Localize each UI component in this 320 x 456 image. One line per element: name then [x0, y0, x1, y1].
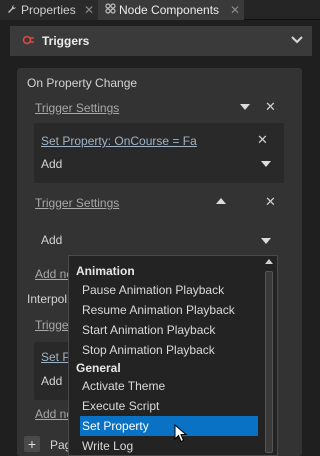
- menu-item-activate-theme[interactable]: Activate Theme: [80, 376, 258, 396]
- tab-label: Properties: [21, 3, 76, 17]
- tab-label: Node Components: [119, 3, 220, 17]
- interpolation-label: Interpol: [27, 292, 68, 306]
- add-dropdown-icon[interactable]: [261, 161, 271, 167]
- close-icon[interactable]: ✕: [265, 100, 276, 113]
- group-animation: Animation: [76, 264, 135, 278]
- menu-item-stop-animation[interactable]: Stop Animation Playback: [80, 340, 258, 360]
- group-general: General: [76, 361, 121, 375]
- trigger-title: On Property Change: [27, 76, 138, 90]
- add-label: Add: [41, 157, 63, 171]
- scroll-thumb[interactable]: [265, 271, 273, 453]
- tab-node-components[interactable]: Node Components ✕: [98, 0, 244, 20]
- action-dropdown-menu: Animation Pause Animation Playback Resum…: [68, 255, 278, 456]
- trigger-icon: [22, 35, 34, 45]
- trigger-settings-link[interactable]: Trigger Settings: [35, 196, 119, 210]
- menu-item-write-log[interactable]: Write Log: [80, 436, 258, 456]
- menu-item-start-animation[interactable]: Start Animation Playback: [80, 320, 258, 340]
- close-icon[interactable]: ✕: [230, 3, 240, 17]
- trigger-settings-link[interactable]: Trigge: [35, 318, 69, 332]
- scroll-up-icon[interactable]: [265, 259, 273, 264]
- action-box: [34, 123, 284, 183]
- menu-item-resume-animation[interactable]: Resume Animation Playback: [80, 300, 258, 320]
- add-page-button[interactable]: +: [24, 436, 40, 452]
- menu-item-pause-animation[interactable]: Pause Animation Playback: [80, 280, 258, 300]
- add-label: Add: [41, 374, 63, 388]
- menu-item-set-property[interactable]: Set Property: [80, 416, 258, 436]
- components-icon: [104, 3, 116, 17]
- set-property-link[interactable]: Set Property: OnCourse = Fa: [41, 134, 197, 148]
- menu-item-execute-script[interactable]: Execute Script: [80, 396, 258, 416]
- set-property-link[interactable]: Set P: [41, 350, 70, 364]
- collapse-up-icon[interactable]: [216, 198, 226, 204]
- section-title: Triggers: [42, 34, 90, 48]
- chevron-down-icon[interactable]: [290, 34, 304, 46]
- triggers-section-header[interactable]: Triggers: [10, 26, 312, 56]
- dropdown-scrollbar[interactable]: [264, 259, 275, 453]
- close-icon[interactable]: ✕: [265, 195, 276, 208]
- mouse-cursor-icon: [174, 424, 188, 443]
- add-label: Add: [41, 233, 63, 247]
- add-dropdown-icon[interactable]: [261, 238, 271, 244]
- expand-down-icon[interactable]: [240, 104, 250, 110]
- close-icon[interactable]: ✕: [84, 3, 94, 17]
- tab-bar: Properties ✕ Node Components ✕: [0, 0, 320, 20]
- close-icon[interactable]: ✕: [257, 133, 268, 146]
- tab-properties[interactable]: Properties ✕: [0, 0, 98, 20]
- trigger-settings-link[interactable]: Trigger Settings: [35, 101, 119, 115]
- wrench-icon: [6, 4, 18, 17]
